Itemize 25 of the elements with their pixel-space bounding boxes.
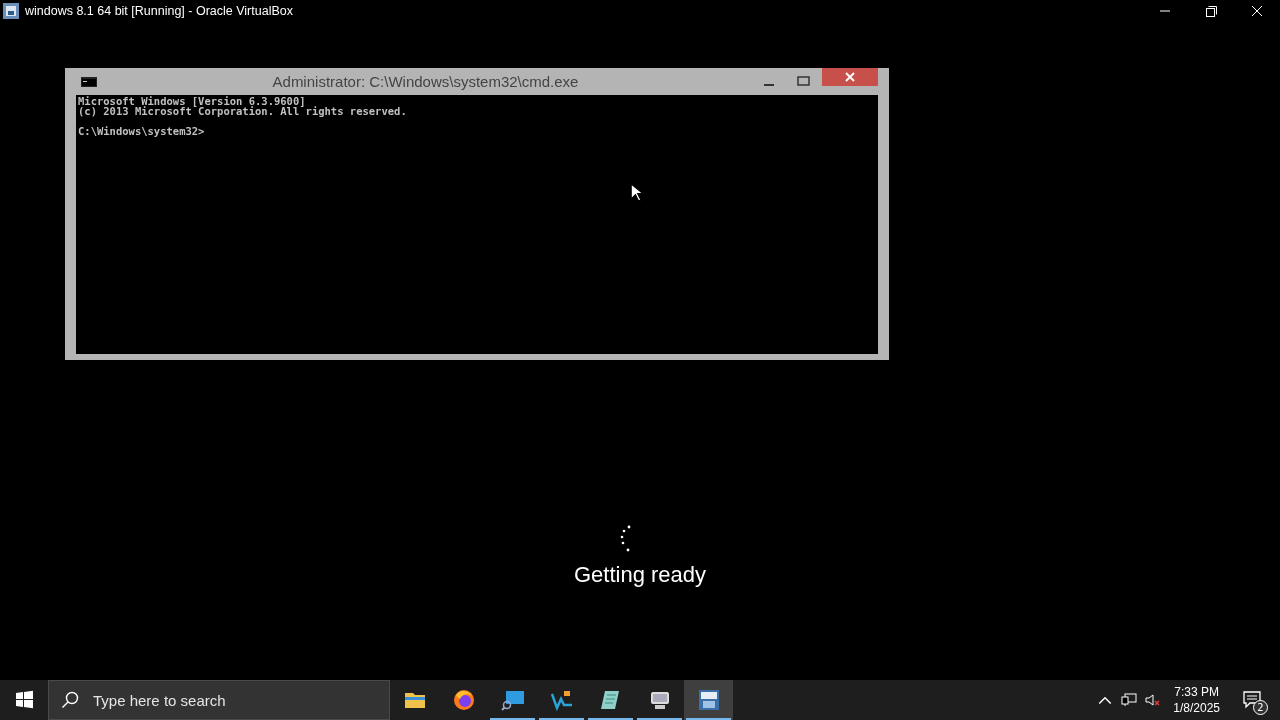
status-message: Getting ready	[573, 562, 707, 588]
console-prompt: C:\Windows\system32>	[78, 126, 206, 136]
console-line: Microsoft Windows [Version 6.3.9600]	[78, 96, 307, 106]
search-box[interactable]: Type here to search	[48, 680, 390, 720]
monitor-icon	[500, 688, 525, 712]
app-icon	[3, 3, 19, 19]
search-field[interactable]: Type here to search	[91, 690, 389, 710]
taskbar-app[interactable]	[684, 680, 733, 720]
message-icon	[1243, 691, 1261, 709]
clock-time: 7:33 PM	[1174, 684, 1219, 700]
cursor-icon	[630, 183, 643, 202]
muted-speaker-icon[interactable]	[1145, 692, 1162, 708]
browser-icon	[451, 688, 476, 712]
console-icon	[81, 76, 97, 87]
clock[interactable]: 7:33 PM 1/8/2025	[1173, 684, 1220, 716]
notifications-button[interactable]: 2	[1232, 680, 1272, 720]
window-title: windows 8.1 64 bit [Running] - Oracle VirtualBox	[25, 4, 293, 18]
console-line: (c) 2013 Microsoft Corporation. All rights reserved.	[78, 106, 408, 116]
network-icon[interactable]	[1121, 692, 1138, 708]
chart-icon	[549, 688, 574, 712]
search-icon	[61, 691, 79, 709]
console-title: Administrator: C:\Windows\system32\cmd.exe	[271, 73, 580, 90]
notification-count: 2	[1253, 700, 1268, 715]
close-button[interactable]	[822, 68, 878, 86]
clock-date: 1/8/2025	[1173, 700, 1220, 716]
